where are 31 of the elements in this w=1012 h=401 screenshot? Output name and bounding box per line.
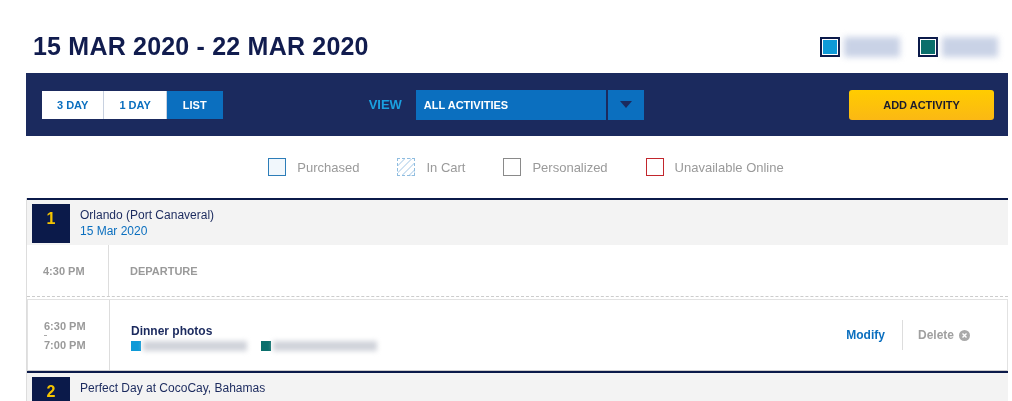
legend-label: Personalized — [532, 159, 608, 175]
blurred-guest-name — [942, 36, 998, 57]
start-time: 6:30 PM — [44, 319, 87, 332]
add-activity-button[interactable]: ADD ACTIVITY — [849, 89, 994, 120]
view-tab[interactable]: LIST — [166, 90, 223, 119]
port-name: Perfect Day at CocoCay, Bahamas — [80, 381, 266, 395]
legend-swatch — [397, 158, 416, 176]
activity-title: Dinner photos — [131, 323, 214, 338]
caret-icon — [619, 101, 632, 108]
legend-label: Unavailable Online — [674, 159, 784, 175]
modify-link[interactable]: Modify — [846, 328, 885, 342]
close-icon[interactable] — [959, 329, 970, 341]
blurred-guest-name — [844, 36, 900, 57]
event-time: 4:30 PM — [43, 264, 86, 277]
end-time: 7:00 PM — [44, 338, 87, 351]
view-label: VIEW — [368, 97, 402, 112]
legend-swatch — [645, 158, 664, 176]
date-range-title: 15 MAR 2020 - 22 MAR 2020 — [33, 32, 369, 61]
day-number: 1 — [32, 204, 70, 243]
delete-link[interactable]: Delete — [917, 328, 954, 342]
legend-swatch — [503, 158, 522, 176]
day-number: 2 — [32, 377, 70, 401]
legend-label: In Cart — [426, 159, 466, 175]
activity-filter-dropdown[interactable]: ALL ACTIVITIES — [415, 89, 644, 120]
day-date: 15 Mar 2020 — [80, 224, 149, 238]
port-name: Orlando (Port Canaveral) — [80, 208, 215, 222]
event-label: DEPARTURE — [130, 264, 198, 277]
view-tab[interactable]: 3 DAY — [42, 90, 105, 119]
legend-swatch — [268, 158, 287, 176]
view-tab[interactable]: 1 DAY — [104, 90, 167, 119]
legend-label: Purchased — [297, 159, 360, 175]
